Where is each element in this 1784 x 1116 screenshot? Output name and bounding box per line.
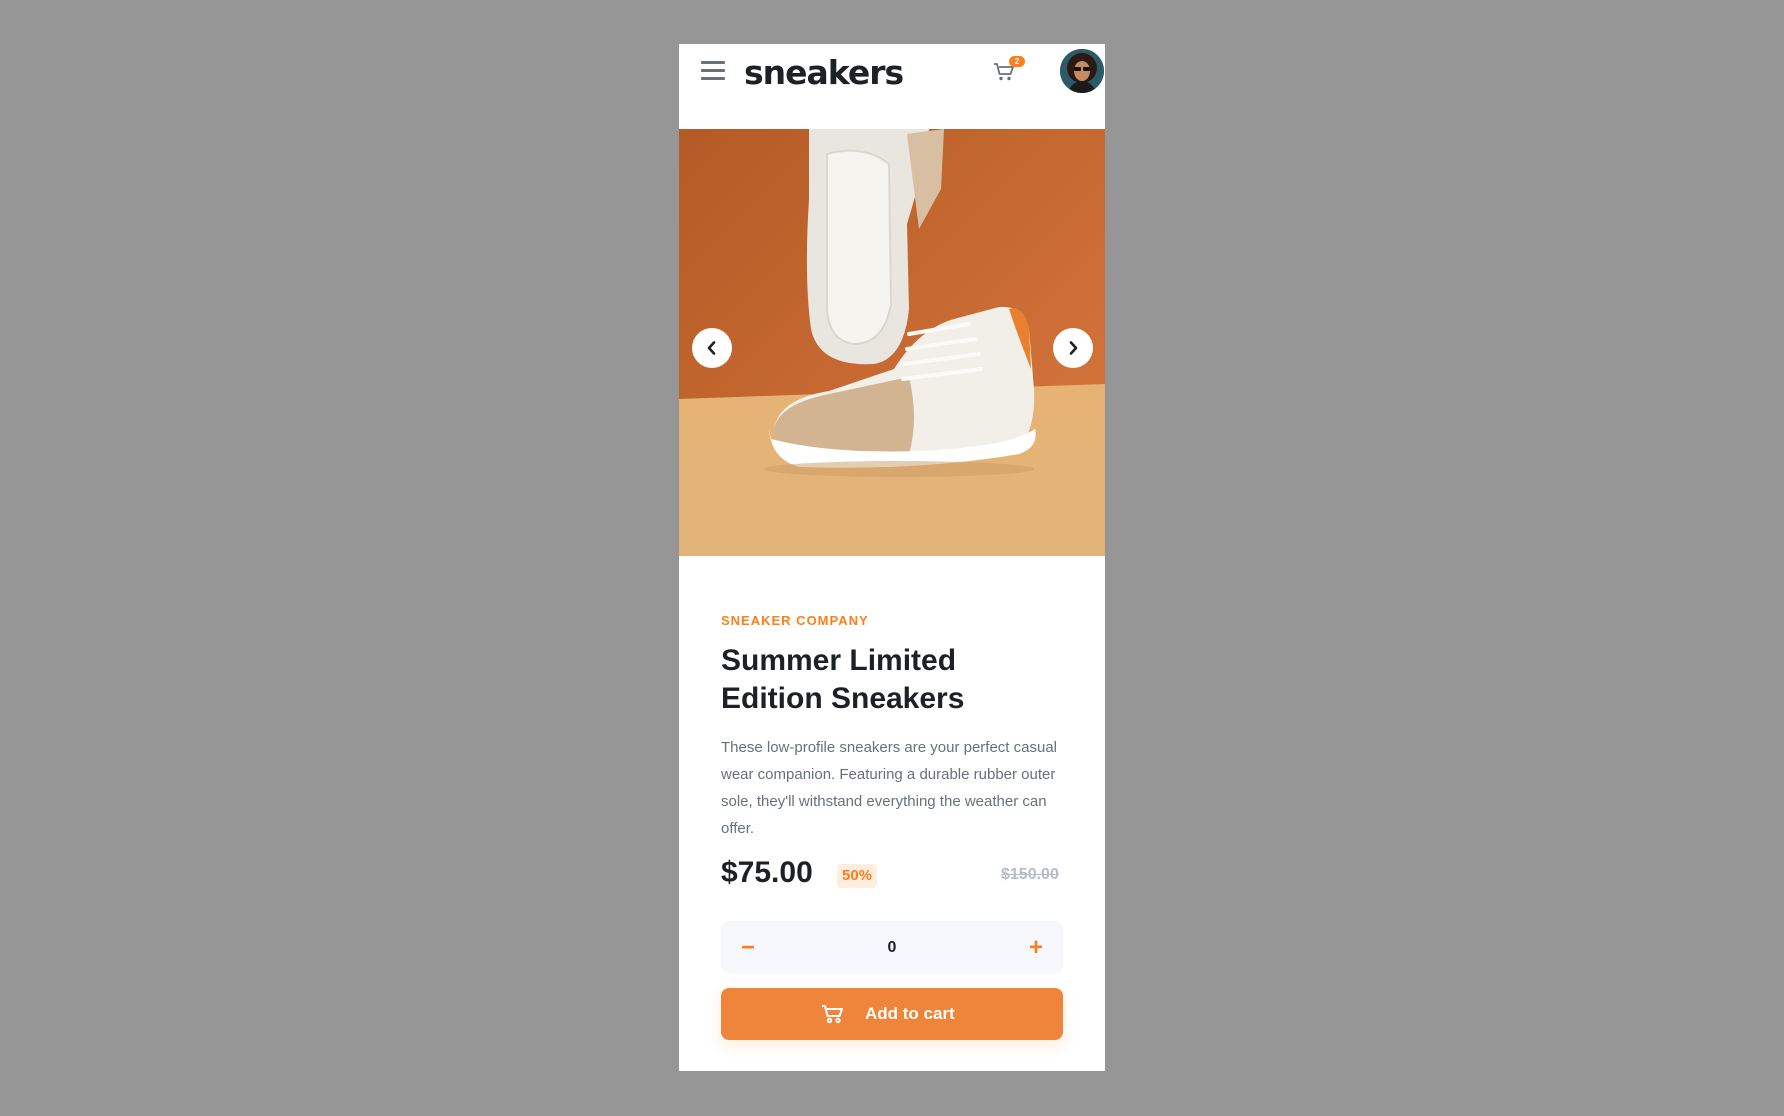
cart-icon: [822, 1005, 843, 1024]
site-header: sneakers 2: [679, 44, 1105, 129]
product-image: [679, 129, 1105, 556]
current-price: $75.00: [721, 856, 813, 889]
gallery-prev-button[interactable]: [692, 328, 732, 368]
cart-count-badge: 2: [1009, 56, 1025, 67]
add-to-cart-label: Add to cart: [865, 1004, 955, 1023]
hamburger-menu-icon[interactable]: [701, 61, 725, 81]
gallery-next-button[interactable]: [1053, 328, 1093, 368]
product-page: sneakers 2 SNEAKER COMPANY Summer Limite…: [679, 44, 1105, 1071]
quantity-stepper: − 0 +: [721, 921, 1063, 974]
company-name: SNEAKER COMPANY: [721, 613, 869, 628]
discount-badge: 50%: [837, 864, 877, 888]
quantity-value[interactable]: 0: [841, 921, 943, 974]
user-avatar[interactable]: [1060, 49, 1104, 93]
cart-button[interactable]: 2: [993, 56, 1025, 86]
chevron-right-icon: [1069, 341, 1078, 355]
chevron-left-icon: [707, 341, 716, 355]
product-gallery: [679, 129, 1105, 556]
site-logo[interactable]: sneakers: [744, 53, 904, 92]
quantity-decrease-button[interactable]: −: [721, 921, 775, 974]
product-title: Summer Limited Edition Sneakers: [721, 644, 965, 715]
quantity-increase-button[interactable]: +: [1009, 921, 1063, 974]
product-description: These low-profile sneakers are your perf…: [721, 739, 1057, 837]
original-price: $150.00: [1001, 866, 1059, 883]
avatar-image: [1060, 49, 1104, 93]
add-to-cart-button[interactable]: Add to cart: [721, 988, 1063, 1040]
